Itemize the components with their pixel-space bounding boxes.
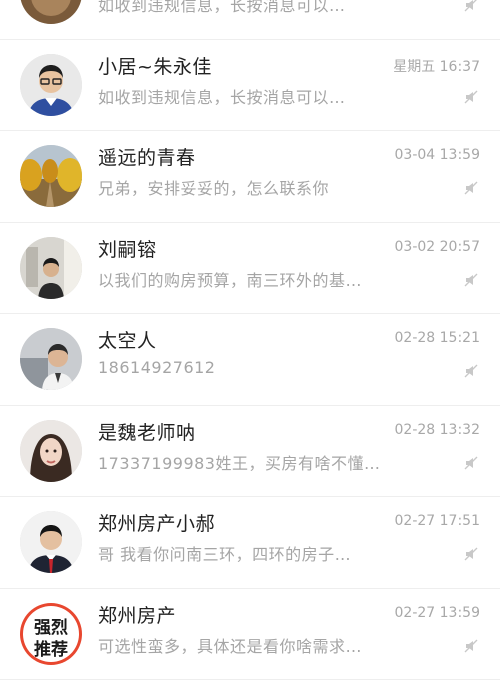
contact-name: 太空人 [98,326,157,353]
message-time: 02-28 13:32 [395,422,480,438]
chat-row[interactable]: 小居~朱永佳 如收到违规信息，长按消息可以… 星期五 16:37 [0,40,500,132]
chat-row[interactable]: 太空人 18614927612 02-28 15:21 [0,314,500,406]
chat-list: 如收到违规信息，长按消息可以… 小居~朱永佳 如收到违规信息，长按消息可以… 星… [0,0,500,680]
recommend-badge-avatar[interactable]: 强烈 推荐 [20,603,82,665]
mute-icon [464,456,478,470]
message-preview: 可选性蛮多，具体还是看你啥需求… [98,633,390,657]
man-glasses-avatar[interactable] [20,54,82,116]
mute-icon [464,273,478,287]
message-preview: 兄弟，安排妥妥的，怎么联系你 [98,175,390,199]
message-preview: 哥 我看你问南三环，四环的房子… [98,541,390,565]
message-time: 星期五 16:37 [393,56,480,76]
mute-icon [464,364,478,378]
mute-icon [464,0,478,12]
contact-name: 郑州房产小郝 [98,509,215,536]
message-preview: 以我们的购房预算，南三环外的基… [98,267,390,291]
message-time: 03-04 13:59 [395,147,480,163]
woman-portrait-avatar[interactable] [20,420,82,482]
mute-icon [464,547,478,561]
message-preview: 17337199983姓王，买房有啥不懂… [98,450,390,474]
badge-line-2: 推荐 [20,635,82,660]
contact-name: 刘嗣镕 [98,235,157,262]
chat-row[interactable]: 遥远的青春 兄弟，安排妥妥的，怎么联系你 03-04 13:59 [0,131,500,223]
contact-name: 是魏老师呐 [98,418,196,445]
man-seated-avatar[interactable] [20,237,82,299]
message-preview: 如收到违规信息，长按消息可以… [98,84,390,108]
contact-name: 小居~朱永佳 [98,52,212,79]
message-time: 03-02 20:57 [395,239,480,255]
chat-row[interactable]: 如收到违规信息，长按消息可以… [0,0,500,40]
contact-name: 遥远的青春 [98,143,196,170]
chat-row[interactable]: 郑州房产小郝 哥 我看你问南三环，四环的房子… 02-27 17:51 [0,497,500,589]
cat-photo-avatar[interactable] [20,0,82,24]
mute-icon [464,90,478,104]
message-time: 02-28 15:21 [395,330,480,346]
chat-row[interactable]: 强烈 推荐 郑州房产 可选性蛮多，具体还是看你啥需求… 02-27 13:59 [0,589,500,680]
man-suit-avatar[interactable] [20,328,82,390]
message-preview: 18614927612 [98,358,390,377]
message-preview: 如收到违规信息，长按消息可以… [98,0,390,16]
mute-icon [464,639,478,653]
message-time: 02-27 13:59 [395,605,480,621]
chat-row[interactable]: 刘嗣镕 以我们的购房预算，南三环外的基… 03-02 20:57 [0,223,500,315]
mute-icon [464,181,478,195]
contact-name: 郑州房产 [98,601,176,628]
autumn-trees-avatar[interactable] [20,145,82,207]
message-time: 02-27 17:51 [395,513,480,529]
chat-row[interactable]: 是魏老师呐 17337199983姓王，买房有啥不懂… 02-28 13:32 [0,406,500,498]
man-redtie-avatar[interactable] [20,511,82,573]
